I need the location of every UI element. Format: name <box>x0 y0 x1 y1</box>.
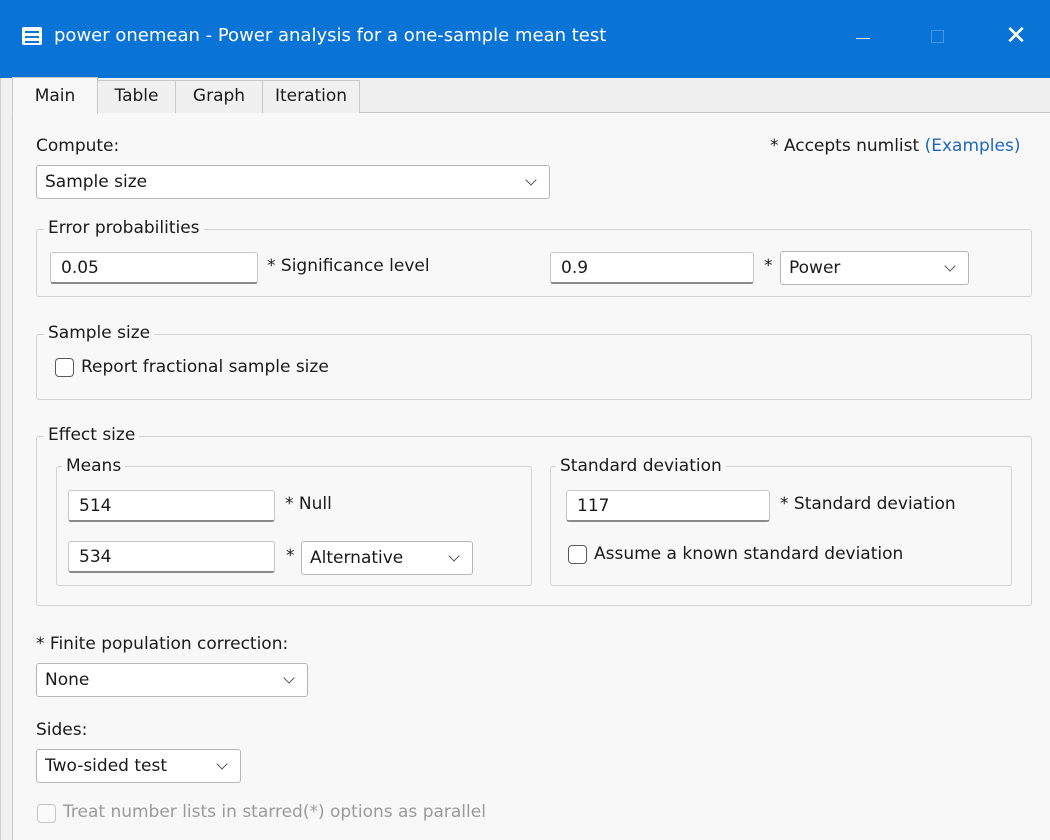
sides-label: Sides: <box>36 720 88 740</box>
error-probabilities-legend: Error probabilities <box>44 218 204 238</box>
null-mean-input[interactable]: 514 <box>68 490 275 522</box>
known-sd-label[interactable]: Assume a known standard deviation <box>594 544 903 564</box>
fpc-label: * Finite population correction: <box>36 634 289 654</box>
examples-link[interactable]: (Examples) <box>925 136 1021 156</box>
numlist-note: * Accepts numlist (Examples) <box>770 136 1020 156</box>
null-mean-label: * Null <box>285 494 332 514</box>
chevron-down-icon <box>448 542 462 574</box>
sample-size-legend: Sample size <box>44 323 155 343</box>
sides-select-value: Two-sided test <box>45 756 167 776</box>
fractional-sample-size-checkbox[interactable] <box>55 358 74 377</box>
parallel-checkbox <box>37 804 56 823</box>
tab-graph[interactable]: Graph <box>175 80 263 113</box>
compute-label: Compute: <box>36 136 120 156</box>
significance-level-label: * Significance level <box>267 256 430 276</box>
alternative-select[interactable]: Alternative <box>301 541 473 575</box>
chevron-down-icon <box>525 166 539 198</box>
fractional-sample-size-label[interactable]: Report fractional sample size <box>81 357 329 377</box>
standard-deviation-group <box>550 466 1012 586</box>
effect-size-legend: Effect size <box>44 425 140 445</box>
chevron-down-icon <box>944 252 958 284</box>
chevron-down-icon <box>283 664 297 696</box>
power-star: * <box>764 256 773 276</box>
alternative-star: * <box>286 546 295 566</box>
numlist-note-text: * Accepts numlist <box>770 136 920 156</box>
power-input[interactable]: 0.9 <box>550 252 754 284</box>
fpc-select-value: None <box>45 670 90 690</box>
parallel-label: Treat number lists in starred(*) options… <box>63 802 486 822</box>
standard-deviation-input[interactable]: 117 <box>566 490 770 522</box>
sides-select[interactable]: Two-sided test <box>36 749 241 783</box>
standard-deviation-legend: Standard deviation <box>556 456 726 476</box>
tab-main[interactable]: Main <box>12 77 98 114</box>
power-select[interactable]: Power <box>780 251 969 285</box>
means-legend: Means <box>62 456 126 476</box>
minimize-icon[interactable] <box>856 38 870 39</box>
window-title: power onemean - Power analysis for a one… <box>54 25 607 46</box>
maximize-icon <box>931 30 944 43</box>
chevron-down-icon <box>216 750 230 782</box>
standard-deviation-label: * Standard deviation <box>780 494 956 514</box>
tab-iteration[interactable]: Iteration <box>262 80 360 113</box>
tab-table[interactable]: Table <box>97 80 176 113</box>
power-select-value: Power <box>789 258 841 278</box>
fpc-select[interactable]: None <box>36 663 308 697</box>
table-form-icon <box>22 27 42 45</box>
compute-select[interactable]: Sample size <box>36 165 550 199</box>
known-sd-checkbox[interactable] <box>568 545 587 564</box>
alternative-mean-input[interactable]: 534 <box>68 541 275 573</box>
significance-level-input[interactable]: 0.05 <box>50 252 258 284</box>
alternative-select-value: Alternative <box>310 548 404 568</box>
close-icon[interactable]: ✕ <box>1002 22 1030 50</box>
compute-select-value: Sample size <box>45 172 148 192</box>
